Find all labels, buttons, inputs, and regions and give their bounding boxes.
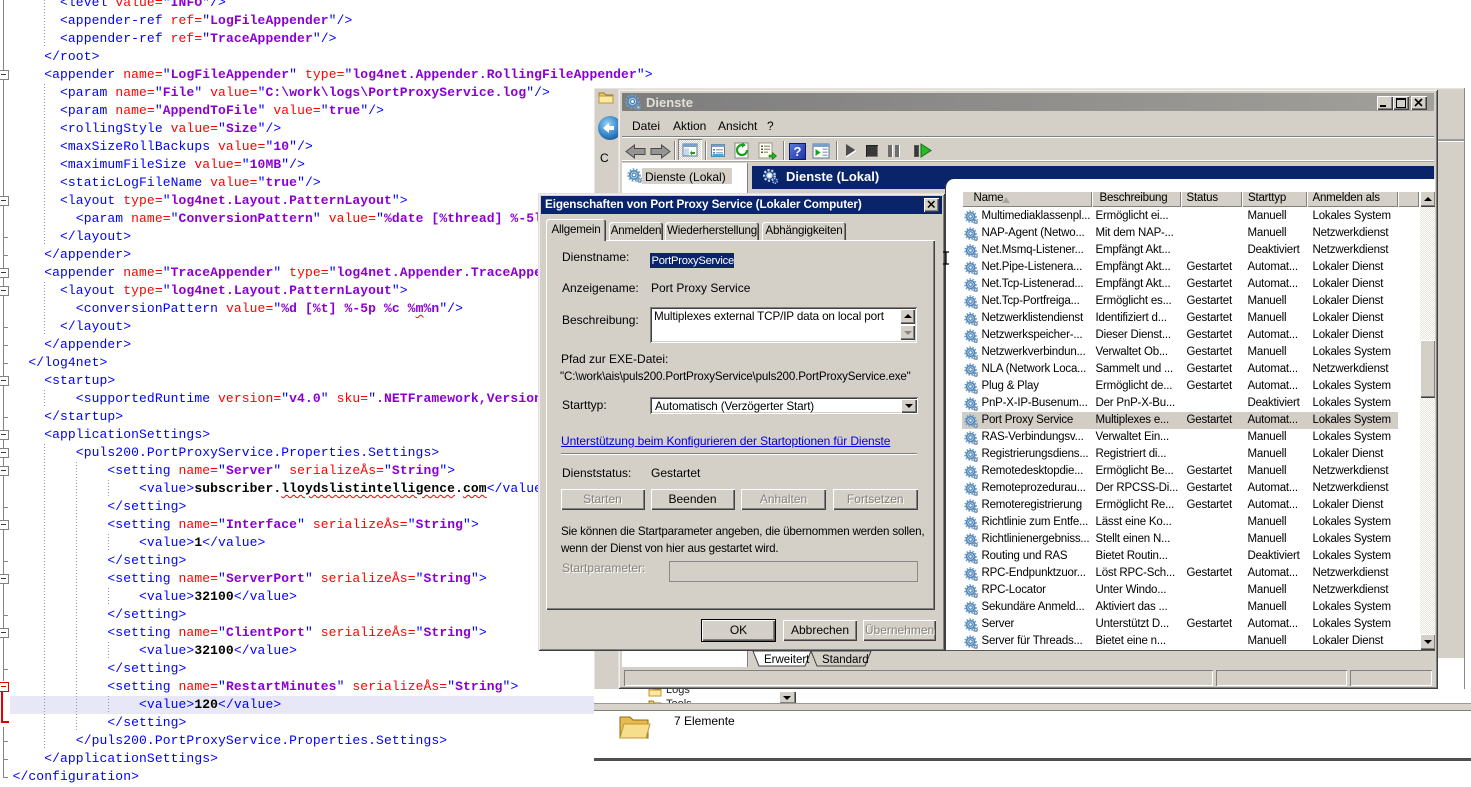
svg-text:Standard: Standard bbox=[822, 654, 869, 666]
svg-text:Erweitert: Erweitert bbox=[764, 654, 810, 666]
